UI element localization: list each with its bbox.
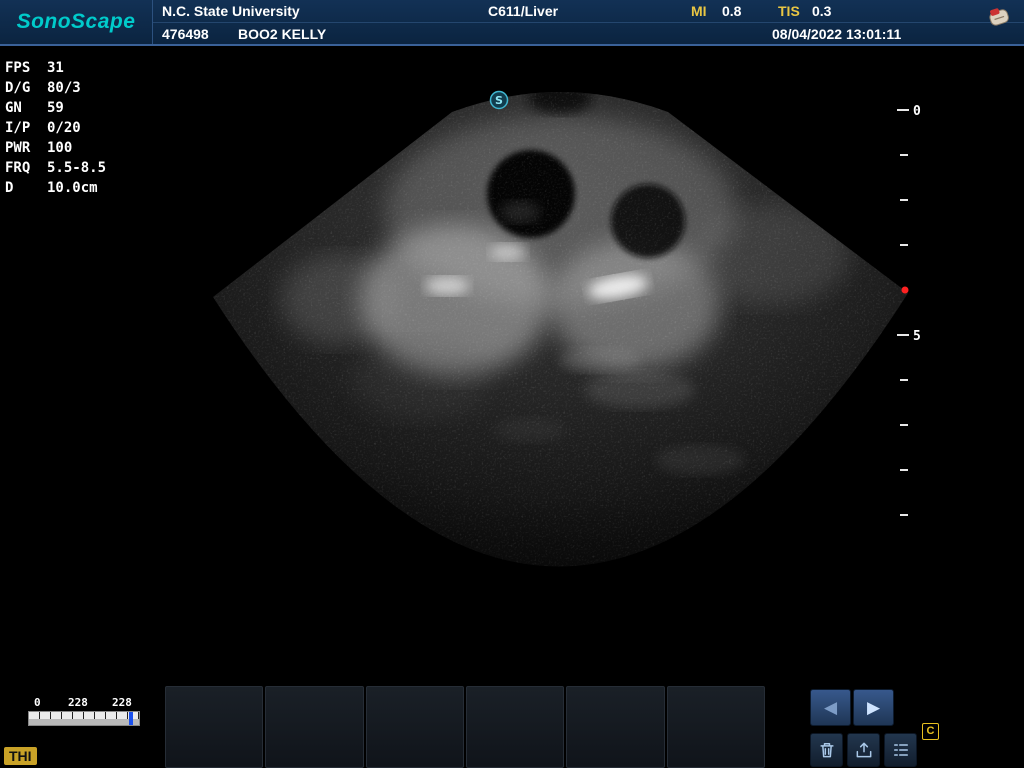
thi-badge: THI bbox=[4, 747, 37, 765]
patient-name: BOO2 KELLY bbox=[238, 26, 326, 42]
param-gn: GN59 bbox=[5, 98, 106, 118]
prev-page-button[interactable]: ◀ bbox=[810, 689, 851, 726]
tis-label: TIS bbox=[778, 3, 800, 19]
delete-button[interactable] bbox=[810, 733, 843, 767]
softkey-slot-1[interactable] bbox=[165, 686, 263, 768]
bottom-toolbar bbox=[810, 733, 917, 767]
exam-datetime: 08/04/2022 13:01:11 bbox=[772, 26, 901, 42]
softkey-slot-5[interactable] bbox=[566, 686, 664, 768]
softkey-slot-6[interactable] bbox=[667, 686, 765, 768]
grayscale-gradient bbox=[28, 711, 140, 726]
param-fps: FPS31 bbox=[5, 58, 106, 78]
param-frq: FRQ5.5-8.5 bbox=[5, 158, 106, 178]
imaging-parameters: FPS31 D/G80/3 GN59 I/P0/20 PWR100 FRQ5.5… bbox=[5, 58, 106, 198]
softkey-slot-4[interactable] bbox=[466, 686, 564, 768]
chevron-left-icon: ◀ bbox=[824, 698, 837, 718]
depth-label-top: 0 bbox=[913, 104, 921, 119]
grayscale-marker bbox=[129, 712, 133, 725]
header-bar: SonoScape N.C. State University C611/Liv… bbox=[0, 0, 1024, 46]
param-dg: D/G80/3 bbox=[5, 78, 106, 98]
mi-label: MI bbox=[691, 3, 707, 19]
mi-value: 0.8 bbox=[722, 3, 741, 19]
probe-mode-badge: C bbox=[922, 723, 939, 740]
orientation-marker: S bbox=[491, 92, 508, 109]
logo-text: SonoScape bbox=[17, 10, 136, 34]
param-pwr: PWR100 bbox=[5, 138, 106, 158]
grayscale-ticks bbox=[29, 712, 139, 719]
softkey-menu bbox=[165, 686, 765, 768]
checklist-icon bbox=[891, 740, 911, 760]
page-navigation: ◀ ▶ bbox=[810, 689, 894, 726]
next-page-button[interactable]: ▶ bbox=[853, 689, 894, 726]
sector-image bbox=[180, 50, 940, 600]
softkey-slot-3[interactable] bbox=[366, 686, 464, 768]
chevron-right-icon: ▶ bbox=[867, 698, 880, 718]
institution-name: N.C. State University bbox=[162, 3, 300, 19]
export-icon bbox=[854, 740, 874, 760]
param-depth: D10.0cm bbox=[5, 178, 106, 198]
depth-ruler bbox=[897, 110, 909, 515]
grayscale-bar: 0 228 228 bbox=[28, 696, 144, 730]
patient-id: 476498 bbox=[162, 26, 209, 42]
report-button[interactable] bbox=[884, 733, 917, 767]
svg-text:S: S bbox=[495, 94, 503, 107]
depth-label-mid: 5 bbox=[913, 329, 921, 344]
grayscale-values: 0 228 228 bbox=[28, 696, 144, 709]
tis-value: 0.3 bbox=[812, 3, 831, 19]
probe-icon bbox=[982, 4, 1016, 30]
export-button[interactable] bbox=[847, 733, 880, 767]
trash-icon bbox=[817, 740, 837, 760]
param-ip: I/P0/20 bbox=[5, 118, 106, 138]
sonoscape-logo: SonoScape bbox=[0, 0, 153, 44]
focus-marker-icon bbox=[902, 287, 909, 294]
ultrasound-image: S 0 5 bbox=[0, 0, 1024, 768]
softkey-slot-2[interactable] bbox=[265, 686, 363, 768]
header-divider bbox=[153, 22, 1024, 23]
probe-preset: C611/Liver bbox=[488, 3, 558, 19]
